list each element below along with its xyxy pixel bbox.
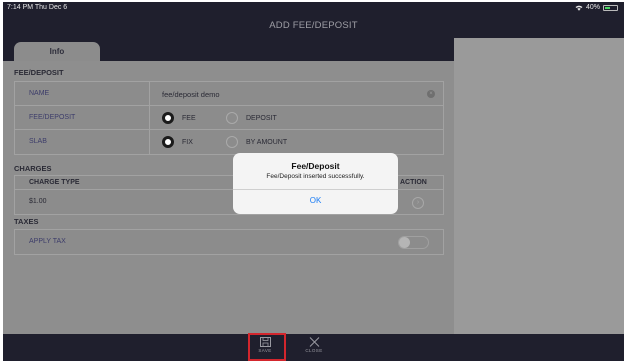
battery-percent: 40%: [585, 4, 600, 11]
wifi-icon: [575, 5, 583, 11]
page-title: ADD FEE/DEPOSIT: [269, 20, 358, 31]
name-label: NAME: [29, 90, 50, 97]
bottom-toolbar: SAVE CLOSE: [3, 334, 624, 361]
right-detail-area: [454, 38, 624, 334]
fee-deposit-group: NAME fee/deposit demo × FEE/DEPOSIT FEE …: [14, 81, 444, 155]
close-icon: [309, 337, 319, 347]
radio-fix-label: FIX: [182, 139, 193, 146]
radio-deposit[interactable]: [226, 112, 238, 124]
clear-icon[interactable]: ×: [427, 90, 435, 98]
status-time: 7:14 PM Thu Dec 6: [7, 4, 68, 11]
slab-row: SLAB FIX BY AMOUNT: [15, 130, 443, 154]
status-bar: 7:14 PM Thu Dec 6 40%: [3, 2, 624, 14]
name-row: NAME fee/deposit demo ×: [15, 82, 443, 106]
column-charge-type: CHARGE TYPE: [29, 179, 80, 186]
charge-type-value: $1.00: [29, 198, 47, 205]
name-input[interactable]: fee/deposit demo: [162, 90, 220, 99]
alert-message: Fee/Deposit inserted successfully.: [266, 173, 365, 180]
radio-by-amount-label: BY AMOUNT: [246, 139, 288, 146]
radio-fee[interactable]: [162, 112, 174, 124]
status-right: 40%: [575, 4, 618, 11]
app-window: 7:14 PM Thu Dec 6 40% ADD FEE/DEPOSIT In…: [3, 2, 624, 361]
radio-fee-label: FEE: [182, 115, 196, 122]
apply-tax-row: APPLY TAX: [15, 230, 443, 254]
apply-tax-toggle[interactable]: [398, 236, 429, 249]
section-header-charges: CHARGES: [14, 164, 52, 173]
chevron-right-icon[interactable]: ›: [412, 197, 424, 209]
close-button[interactable]: CLOSE: [300, 337, 328, 359]
slab-label: SLAB: [29, 138, 47, 145]
alert-ok-button[interactable]: OK: [233, 196, 398, 205]
radio-deposit-label: DEPOSIT: [246, 115, 277, 122]
save-highlight-box: [248, 333, 286, 361]
section-header-taxes: TAXES: [14, 217, 39, 226]
nav-bar: ADD FEE/DEPOSIT: [3, 14, 624, 38]
radio-by-amount[interactable]: [226, 136, 238, 148]
tab-strip: Info: [3, 38, 454, 61]
alert-dialog: Fee/Deposit Fee/Deposit inserted success…: [233, 153, 398, 214]
column-action: ACTION: [400, 179, 427, 186]
radio-fix[interactable]: [162, 136, 174, 148]
alert-divider: [233, 189, 398, 190]
section-header-fee-deposit: FEE/DEPOSIT: [14, 68, 64, 77]
fee-deposit-row: FEE/DEPOSIT FEE DEPOSIT: [15, 106, 443, 130]
close-label: CLOSE: [305, 348, 323, 353]
fee-deposit-label: FEE/DEPOSIT: [29, 114, 76, 121]
apply-tax-label: APPLY TAX: [29, 238, 66, 245]
tab-info[interactable]: Info: [14, 42, 100, 61]
alert-title: Fee/Deposit: [291, 161, 340, 171]
battery-icon: [603, 4, 618, 11]
taxes-group: APPLY TAX: [14, 229, 444, 255]
